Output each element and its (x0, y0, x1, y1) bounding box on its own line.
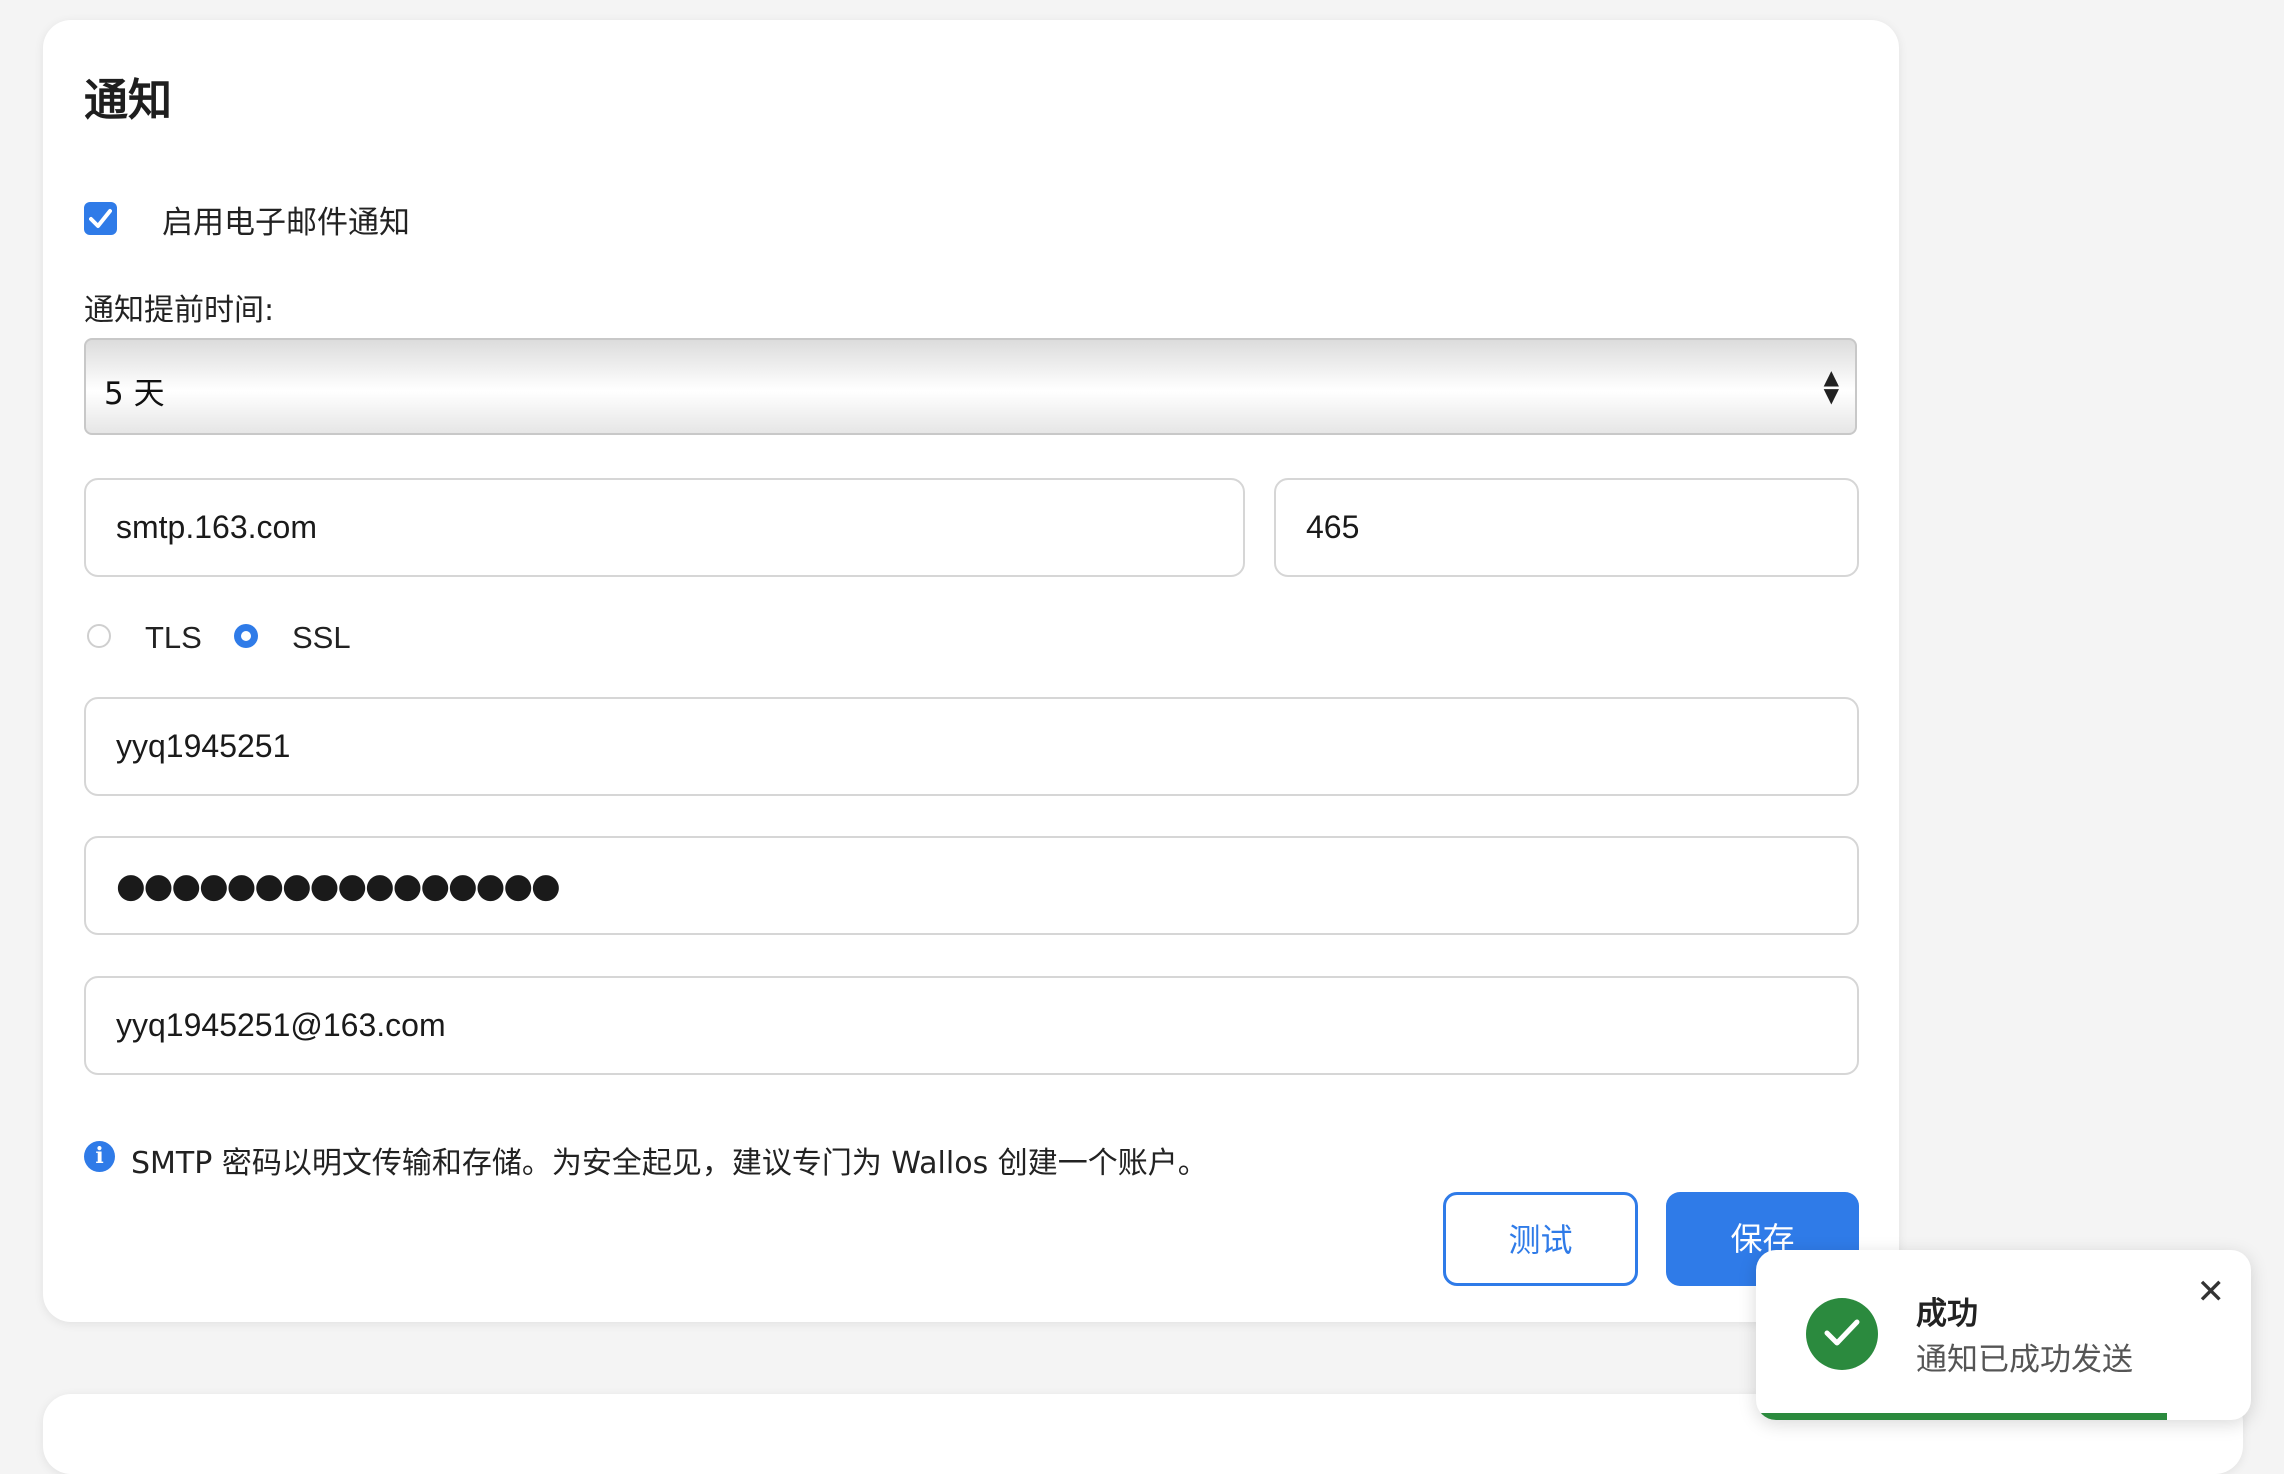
info-icon: i (84, 1141, 115, 1172)
select-arrows-icon: ▲ ▼ (1823, 365, 1839, 407)
close-icon[interactable]: ✕ (2197, 1272, 2226, 1312)
lead-time-value: 5 天 (104, 376, 165, 412)
radio-tls[interactable] (87, 624, 111, 648)
smtp-username-field[interactable] (84, 697, 1859, 796)
enable-email-label[interactable]: 启用电子邮件通知 (162, 197, 410, 242)
toast-title: 成功 (1916, 1296, 1978, 1332)
test-button[interactable]: 测试 (1443, 1192, 1638, 1286)
section-title: 通知 (84, 75, 172, 126)
smtp-password-field[interactable]: ●●●●●●●●●●●●●●●● (84, 836, 1859, 935)
smtp-username-input[interactable] (116, 699, 1827, 794)
checkmark-icon (89, 209, 112, 228)
info-note: SMTP 密码以明文传输和存储。为安全起见，建议专门为 Wallos 创建一个账… (131, 1146, 1208, 1181)
smtp-port-field[interactable] (1274, 478, 1859, 577)
smtp-host-input[interactable] (116, 480, 1213, 575)
lead-time-select[interactable]: 5 天 ▲ ▼ (84, 338, 1857, 435)
success-check-icon (1806, 1298, 1878, 1370)
radio-tls-label[interactable]: TLS (145, 620, 202, 656)
smtp-password-input[interactable]: ●●●●●●●●●●●●●●●● (116, 866, 561, 906)
enable-email-checkbox[interactable] (84, 202, 117, 235)
smtp-host-field[interactable] (84, 478, 1245, 577)
smtp-port-input[interactable] (1306, 480, 1827, 575)
success-toast: 成功 通知已成功发送 ✕ (1756, 1250, 2251, 1420)
from-email-input[interactable] (116, 978, 1827, 1073)
from-email-field[interactable] (84, 976, 1859, 1075)
notifications-card: 通知 启用电子邮件通知 通知提前时间: 5 天 ▲▼ TLS SSL ●●●●●… (43, 20, 1899, 1322)
toast-progress-bar (1756, 1413, 2167, 1420)
radio-ssl[interactable] (234, 624, 258, 648)
toast-message: 通知已成功发送 (1916, 1342, 2133, 1378)
radio-ssl-label[interactable]: SSL (292, 620, 351, 656)
lead-time-label: 通知提前时间: (84, 293, 275, 328)
